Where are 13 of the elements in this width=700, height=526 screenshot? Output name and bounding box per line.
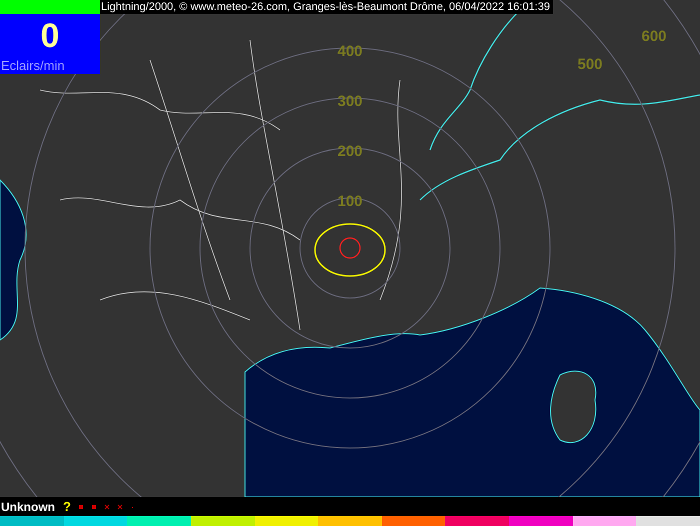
range-label: 400	[337, 43, 363, 60]
station-circle	[339, 237, 361, 259]
range-label: 600	[641, 28, 667, 45]
range-label: 100	[337, 193, 363, 210]
flash-count: 0	[40, 16, 60, 57]
range-label: 500	[577, 56, 603, 73]
status-label: Unknown	[0, 500, 55, 514]
range-label: 300	[337, 93, 363, 110]
flash-unit: Eclairs/min	[0, 58, 65, 73]
status-symbol: ?	[63, 499, 71, 514]
header-title: Lightning/2000, © www.meteo-26.com, Granges-lès-Beaumont Drôme, 06/04/2022 16:01:39	[100, 0, 553, 14]
range-label: 200	[337, 143, 363, 160]
range-ellipse	[314, 223, 386, 277]
